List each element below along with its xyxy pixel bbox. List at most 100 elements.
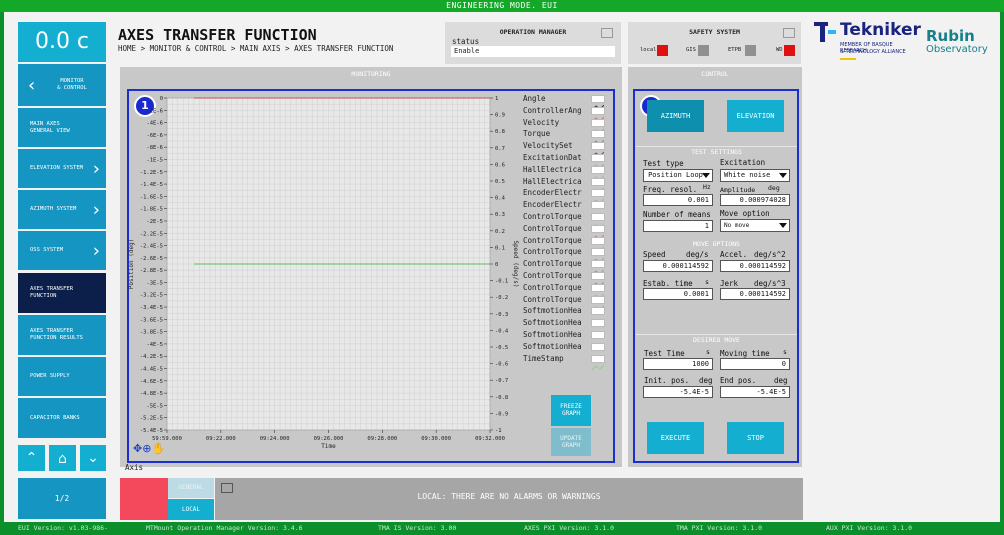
legend-item[interactable]: ControlTorque [523,282,587,294]
legend-item[interactable]: SoftmotionHea [523,341,587,353]
speed-field[interactable]: 0.000114592 [643,260,713,272]
y-tick-label: -6E-6 [146,133,163,139]
legend-item[interactable]: ControlTorque [523,270,587,282]
y-tick-label: -2.2E-5 [140,231,163,237]
y2-tick-label: -0.2 [495,295,508,301]
sidebar-back-button[interactable]: ‹ MONITOR & CONTROL [18,64,106,106]
y-tick-label: -4E-6 [146,121,163,127]
amplitude-field[interactable]: 0.000974028 [720,194,790,206]
version-label: TMA IS Version: 3.00 [378,524,457,532]
axis-label: Axis [125,463,144,472]
scroll-up-button[interactable]: ⌃ [18,445,45,471]
stop-button[interactable]: STOP [727,422,784,454]
legend-item[interactable]: HallElectrica [523,164,587,176]
move-option-select[interactable]: No move [720,219,790,232]
end-pos-field[interactable]: -5.4E-5 [720,386,790,398]
tab-local[interactable]: LOCAL [168,499,214,520]
safety-indicator-label: ETPB [728,47,742,53]
legend-item[interactable]: ExcitationDat [523,152,587,164]
legend-item[interactable]: HallElectrica [523,176,587,188]
moving-time-field[interactable]: 0 [720,358,790,370]
legend-item[interactable]: Velocity [523,117,587,129]
sidebar-item-6[interactable]: AXES TRANSFER FUNCTION RESULTS [18,315,106,355]
legend-item[interactable]: TimeStamp [523,353,587,365]
y2-tick-label: 0 [495,262,498,268]
number-of-means-label: Number of means [643,210,711,219]
legend-item[interactable]: ControlTorque [523,258,587,270]
legend-item[interactable]: SoftmotionHea [523,317,587,329]
init-pos-field[interactable]: -5.4E-5 [643,386,713,398]
chart-tools: ✥⊕✋ [133,442,165,456]
sidebar-item-8[interactable]: CAPACITOR BANKS [18,398,106,438]
legend-item[interactable]: Torque [523,128,587,140]
dropdown-arrow-icon [702,173,710,178]
page-indicator[interactable]: 1/2 [18,478,106,519]
number-of-means-field[interactable]: 1 [643,220,713,232]
sidebar-item-3[interactable]: AZIMUTH SYSTEM › [18,190,106,229]
safety-indicator-light [657,45,668,56]
estab-time-field[interactable]: 0.0001 [643,288,713,300]
legend-item[interactable]: ControlTorque [523,246,587,258]
elevation-button[interactable]: ELEVATION [727,100,784,132]
legend-item[interactable]: ControlTorque [523,223,587,235]
y-tick-label: 0 [160,96,163,102]
sidebar-item-7[interactable]: POWER SUPPLY [18,357,106,396]
excitation-select[interactable]: White noise [720,169,790,182]
legend-swatch [591,106,605,123]
y-tick-label: -1.6E-5 [140,194,163,200]
pointer-icon[interactable] [221,483,233,493]
update-graph-button[interactable]: UPDATE GRAPH [551,428,591,456]
safety-indicator-light [784,45,795,56]
jerk-field[interactable]: 0.000114592 [720,288,790,300]
legend-item[interactable]: ControlTorque [523,235,587,247]
sidebar-item-5[interactable]: AXES TRANSFER FUNCTION [18,273,106,313]
legend-swatch [591,354,605,370]
sidebar-item-label: OSS SYSTEM [30,247,64,253]
freq-resol-field[interactable]: 0.001 [643,194,713,206]
execute-button[interactable]: EXECUTE [647,422,704,454]
legend-item[interactable]: SoftmotionHea [523,329,587,341]
mode-bar: ENGINEERING MODE. EUI [0,0,1004,12]
sidebar-back-label: MONITOR & CONTROL [57,78,87,91]
tab-general[interactable]: GENERAL [168,478,214,498]
rubin-text: Rubin [926,27,975,45]
freq-resol-unit: Hz [703,183,711,191]
end-pos-unit: deg [774,376,788,385]
pan-hand-icon[interactable]: ✋ [151,442,165,455]
legend-swatch [591,189,605,205]
pointer-icon[interactable] [783,28,795,38]
legend-item[interactable]: VelocitySet [523,140,587,152]
accel-field[interactable]: 0.000114592 [720,260,790,272]
chevron-up-icon: ⌃ [25,450,38,466]
init-pos-label: Init. pos. [644,376,690,385]
freeze-graph-button[interactable]: FREEZE GRAPH [551,395,591,426]
test-time-field[interactable]: 1000 [643,358,713,370]
sidebar-item-2[interactable]: ELEVATION SYSTEM › [18,149,106,188]
sidebar-item-1[interactable]: MAIN AXES GENERAL VIEW [18,108,106,147]
azimuth-button[interactable]: AZIMUTH [647,100,704,132]
crosshair-icon[interactable]: ✥ [133,442,142,455]
legend-item[interactable]: ControlTorque [523,294,587,306]
chevron-right-icon: › [92,158,100,179]
accel-label: Accel. [720,250,748,259]
y-tick-label: -5.2E-5 [140,416,163,422]
home-button[interactable]: ⌂ [49,445,76,471]
desired-move-header: DESIRED MOVE [693,336,740,344]
test-type-select[interactable]: Position Loop [643,169,713,182]
chart-legend: Angle ControllerAng Velocity Torque Velocity… [523,93,608,370]
legend-item[interactable]: ControlTorque [523,211,587,223]
dropdown-arrow-icon [779,223,787,228]
estab-time-label: Estab. time [643,279,693,288]
x-tick-label: 09:32.000 [475,436,505,442]
legend-item[interactable]: EncoderElectr [523,187,587,199]
legend-item[interactable]: EncoderElectr [523,199,587,211]
scroll-down-button[interactable]: ⌄ [80,445,106,471]
x-tick-label: 09:24.000 [260,436,290,442]
sidebar-item-4[interactable]: OSS SYSTEM › [18,231,106,270]
version-footer: EUI Version: v1.03-986- MTMount Operation… [0,522,1004,535]
pointer-icon[interactable] [601,28,613,38]
legend-item[interactable]: ControllerAng [523,105,587,117]
legend-item[interactable]: SoftmotionHea [523,305,587,317]
legend-item[interactable]: Angle [523,93,587,105]
y2-tick-label: -0.1 [495,279,508,285]
